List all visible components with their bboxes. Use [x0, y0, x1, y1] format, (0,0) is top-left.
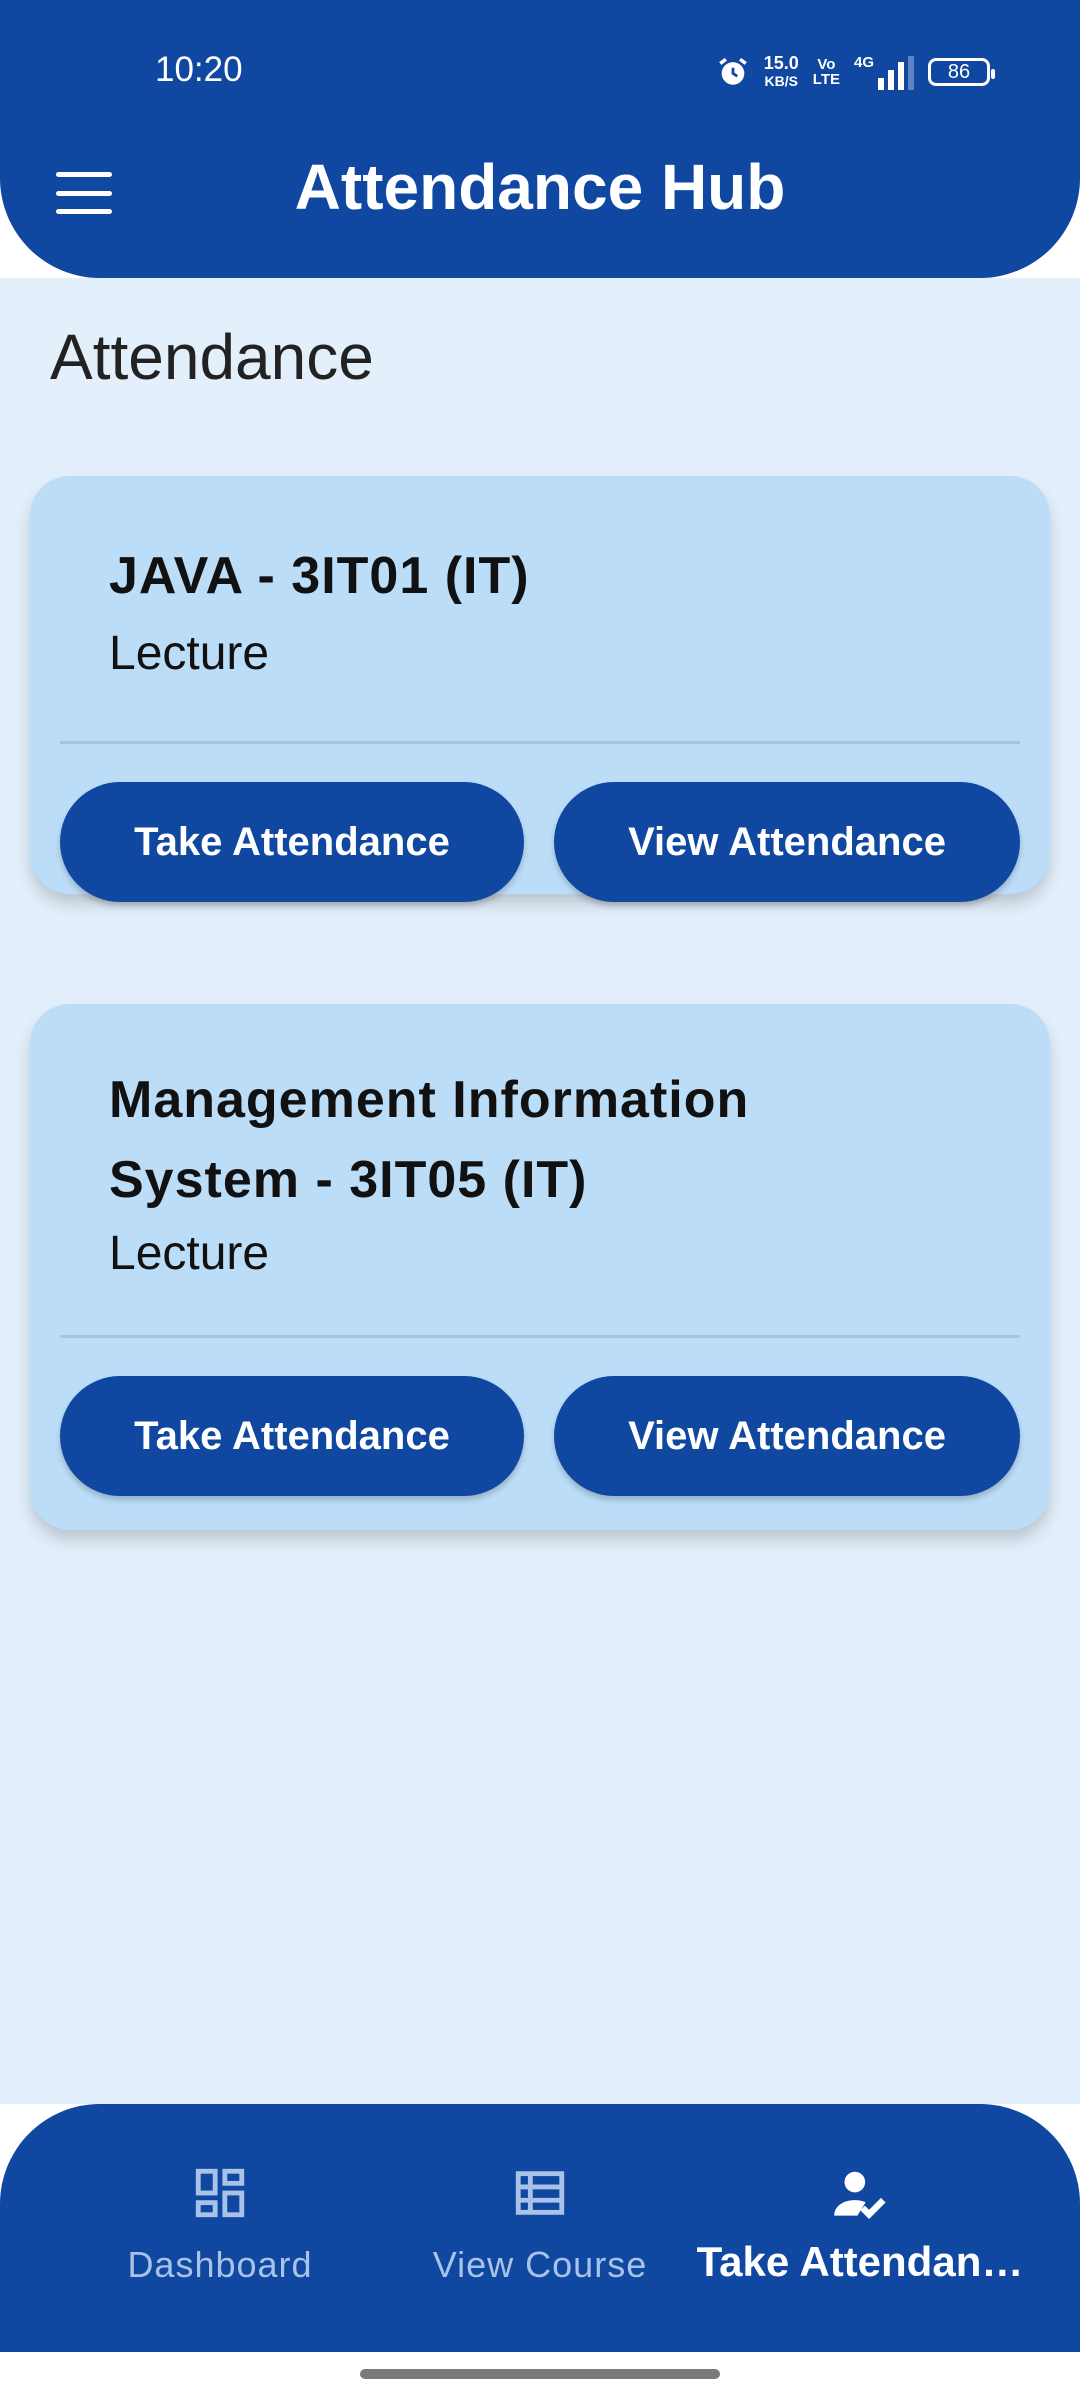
nav-item-view-course[interactable]: View Course	[360, 2164, 720, 2286]
view-attendance-button[interactable]: View Attendance	[554, 1376, 1020, 1496]
course-type: Lecture	[109, 1227, 270, 1280]
gesture-bar[interactable]	[360, 2369, 720, 2379]
page-title: Attendance	[50, 321, 374, 393]
nav-label: Take Attendan…	[696, 2238, 1024, 2285]
course-card: Management Information System - 3IT05 (I…	[30, 1004, 1050, 1530]
nav-item-take-attendance[interactable]: Take Attendan…	[680, 2164, 1040, 2286]
take-attendance-button[interactable]: Take Attendance	[60, 1376, 524, 1496]
course-type: Lecture	[109, 627, 270, 680]
main-content: Attendance JAVA - 3IT01 (IT) Lecture Tak…	[0, 278, 1080, 2104]
view-attendance-button[interactable]: View Attendance	[554, 782, 1020, 902]
app-header: 10:20 15.0 KB/S Vo LTE 4G 86 Attendance …	[0, 0, 1080, 278]
alarm-icon	[718, 57, 747, 85]
bottom-nav: Dashboard View Course Take Attendan…	[0, 2104, 1080, 2352]
app-title: Attendance Hub	[294, 151, 786, 223]
list-icon	[515, 2171, 565, 2215]
network-speed: 15.0 KB/S	[763, 53, 799, 89]
course-name: JAVA - 3IT01 (IT)	[109, 547, 530, 605]
status-icons: 15.0 KB/S Vo LTE 4G 86	[716, 50, 995, 94]
person-check-icon	[834, 2171, 886, 2219]
take-attendance-button[interactable]: Take Attendance	[60, 782, 524, 902]
course-name: Management Information System - 3IT05 (I…	[109, 1071, 750, 1209]
nav-item-dashboard[interactable]: Dashboard	[40, 2164, 400, 2286]
nav-label: Dashboard	[127, 2244, 313, 2285]
course-card: JAVA - 3IT01 (IT) Lecture Take Attendanc…	[30, 476, 1050, 902]
signal-icon: 4G	[854, 54, 914, 90]
divider	[60, 741, 1020, 744]
nav-label: View Course	[432, 2244, 648, 2285]
battery-icon: 86	[928, 58, 995, 86]
dashboard-icon	[195, 2168, 245, 2218]
divider	[60, 1335, 1020, 1338]
status-time: 10:20	[155, 50, 243, 89]
volte-indicator: Vo LTE	[812, 56, 840, 88]
